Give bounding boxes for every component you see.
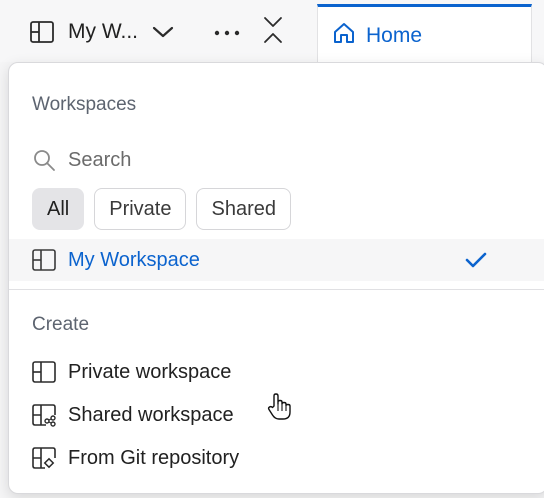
chevron-down-icon bbox=[152, 20, 176, 44]
checkmark-icon bbox=[465, 248, 489, 272]
tab-bar-end bbox=[532, 0, 544, 62]
workspace-item-my-workspace[interactable]: My Workspace bbox=[9, 239, 544, 281]
filter-chips: All Private Shared bbox=[32, 188, 291, 230]
divider bbox=[9, 289, 544, 290]
workspaces-heading: Workspaces bbox=[32, 94, 137, 115]
filter-all[interactable]: All bbox=[32, 188, 85, 230]
workspace-panel-icon bbox=[30, 20, 56, 44]
search-icon bbox=[32, 147, 58, 173]
create-shared-workspace[interactable]: Shared workspace bbox=[32, 398, 234, 432]
search-placeholder: Search bbox=[68, 148, 132, 171]
home-icon bbox=[332, 21, 356, 50]
create-item-label: Private workspace bbox=[68, 360, 232, 383]
create-item-label: Shared workspace bbox=[68, 403, 234, 426]
shared-workspace-icon bbox=[32, 402, 58, 428]
more-horizontal-icon bbox=[214, 23, 240, 41]
create-heading: Create bbox=[32, 314, 90, 335]
hand-pointer-cursor-icon bbox=[266, 392, 292, 422]
git-repository-icon bbox=[32, 445, 58, 471]
private-workspace-icon bbox=[32, 359, 58, 385]
top-bar: My W... Home bbox=[0, 0, 544, 64]
filter-private[interactable]: Private bbox=[94, 188, 187, 230]
create-from-git-repository[interactable]: From Git repository bbox=[32, 441, 239, 475]
collapse-icon bbox=[262, 15, 284, 50]
workspace-item-label: My Workspace bbox=[68, 248, 200, 271]
filter-shared[interactable]: Shared bbox=[196, 188, 291, 230]
create-item-label: From Git repository bbox=[68, 446, 240, 469]
workspace-panel-icon bbox=[32, 248, 58, 272]
workspace-switcher[interactable]: My W... bbox=[30, 12, 176, 52]
collapse-sidebar-button[interactable] bbox=[258, 14, 288, 50]
create-private-workspace[interactable]: Private workspace bbox=[32, 355, 231, 389]
workspace-title: My W... bbox=[68, 20, 138, 43]
workspace-dropdown: Workspaces Search All Private Shared My … bbox=[8, 62, 544, 494]
workspace-search[interactable]: Search bbox=[32, 145, 131, 175]
more-options-button[interactable] bbox=[210, 18, 244, 46]
tab-home-label: Home bbox=[366, 23, 423, 47]
tab-home[interactable]: Home bbox=[317, 4, 532, 64]
